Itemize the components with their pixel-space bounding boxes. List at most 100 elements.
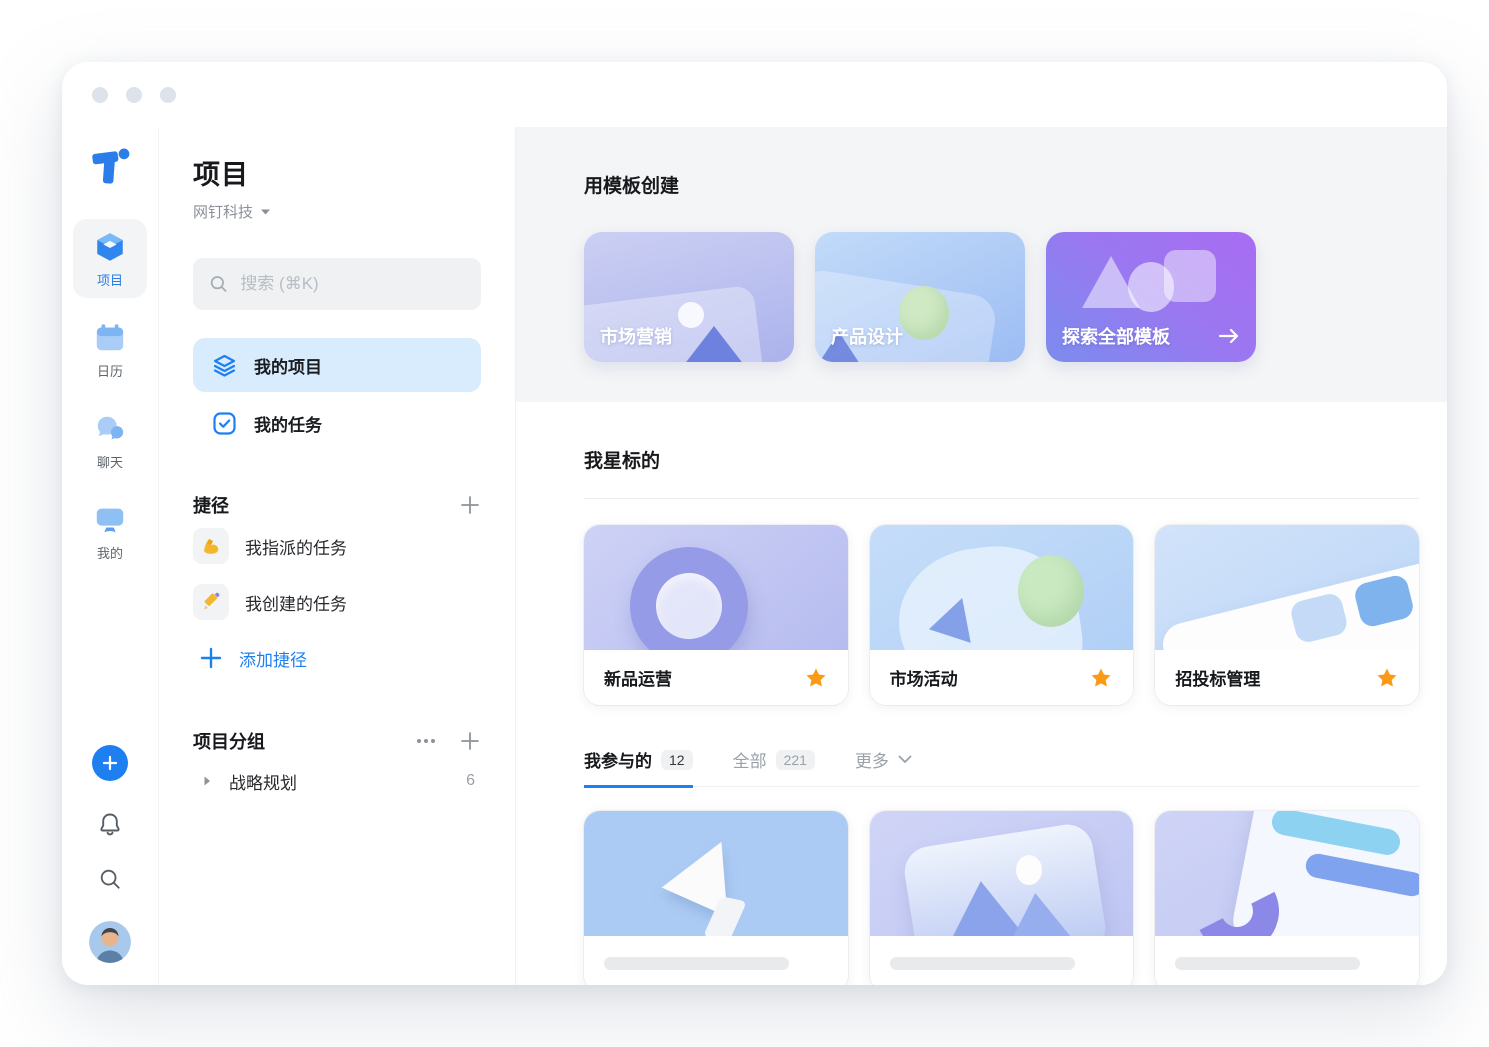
search-input[interactable] (240, 274, 465, 294)
shortcuts-header: 捷径 (193, 492, 481, 518)
decorative-shape (1001, 890, 1074, 936)
add-group-plus-icon[interactable] (459, 730, 481, 752)
window-control-zoom[interactable] (160, 87, 176, 103)
caret-down-icon (260, 208, 271, 216)
window-titlebar (62, 62, 1447, 127)
workspace-name: 网钉科技 (193, 201, 253, 222)
search-icon (209, 273, 228, 295)
rail-item-calendar[interactable]: 日历 (73, 310, 147, 389)
decorative-shape (899, 286, 949, 340)
global-search-icon[interactable] (98, 867, 122, 891)
star-icon[interactable] (1375, 666, 1399, 690)
sidebar-search[interactable] (193, 258, 481, 310)
project-tabs: 我参与的 12 全部 221 更多 (584, 747, 1419, 787)
projects-cube-icon (93, 230, 127, 264)
window-control-minimize[interactable] (126, 87, 142, 103)
section-divider (584, 498, 1419, 499)
project-cover (1155, 811, 1419, 936)
starred-card-grid: 新品运营 市场活动 (584, 525, 1419, 705)
project-card[interactable] (870, 811, 1134, 985)
add-shortcut-label: 添加捷径 (239, 646, 307, 671)
tab-more[interactable]: 更多 (855, 747, 912, 788)
template-card-label: 市场营销 (600, 323, 672, 349)
tab-label: 我参与的 (584, 747, 652, 772)
project-groups-header: 项目分组 (193, 728, 481, 754)
add-shortcut-button[interactable]: 添加捷径 (193, 630, 481, 686)
star-icon[interactable] (1089, 666, 1113, 690)
explore-all-templates-card[interactable]: 探索全部模板 (1046, 232, 1256, 362)
project-card-bidding-management[interactable]: 招投标管理 (1155, 525, 1419, 705)
project-cover (584, 525, 848, 650)
project-card-market-campaign[interactable]: 市场活动 (870, 525, 1134, 705)
calendar-icon (93, 321, 127, 355)
chat-bubbles-icon (93, 412, 127, 446)
shortcut-label: 我指派的任务 (245, 534, 347, 559)
loading-skeleton-bar (890, 957, 1075, 970)
rail-label: 我的 (97, 543, 123, 562)
nav-rail: 项目 日历 聊天 (62, 127, 158, 985)
rail-item-mine[interactable]: 我的 (73, 492, 147, 571)
rail-item-chat[interactable]: 聊天 (73, 401, 147, 480)
sidebar-item-label: 我的任务 (254, 411, 322, 436)
rail-label: 聊天 (97, 452, 123, 471)
project-card[interactable] (1155, 811, 1419, 985)
workbench-icon (93, 503, 127, 537)
layers-icon (211, 352, 238, 379)
project-cover (1155, 525, 1419, 650)
user-avatar[interactable] (89, 921, 131, 963)
project-name: 新品运营 (604, 665, 804, 690)
avatar-image (89, 921, 131, 963)
shortcut-item-assigned-tasks[interactable]: 我指派的任务 (193, 518, 481, 574)
project-groups-title: 项目分组 (193, 728, 415, 754)
participating-card-grid (584, 811, 1419, 985)
pencil-icon (193, 584, 229, 620)
shortcuts-title: 捷径 (193, 492, 459, 518)
plus-icon (199, 646, 223, 670)
decorative-shape (619, 536, 759, 650)
app-window: 项目 日历 聊天 (62, 62, 1447, 985)
rail-item-projects[interactable]: 项目 (73, 219, 147, 298)
tab-label: 更多 (855, 747, 889, 772)
group-row-strategy[interactable]: 战略规划 6 (193, 754, 481, 808)
notifications-bell-icon[interactable] (97, 811, 123, 837)
tab-all[interactable]: 全部 221 (733, 747, 815, 788)
loading-skeleton-bar (604, 957, 789, 970)
rail-label: 项目 (97, 270, 123, 289)
template-card-label: 产品设计 (831, 323, 903, 349)
group-count: 6 (466, 772, 475, 790)
project-cover (870, 811, 1134, 936)
sidebar-item-my-projects[interactable]: 我的项目 (193, 338, 481, 392)
sidebar: 项目 网钉科技 (158, 127, 516, 985)
window-control-close[interactable] (92, 87, 108, 103)
star-icon[interactable] (804, 666, 828, 690)
project-name: 市场活动 (890, 665, 1090, 690)
checkbox-check-icon (211, 410, 238, 437)
project-cover (584, 811, 848, 936)
decorative-shape (1164, 250, 1216, 302)
workspace-switcher[interactable]: 网钉科技 (193, 201, 481, 222)
shortcut-item-created-tasks[interactable]: 我创建的任务 (193, 574, 481, 630)
project-cover (870, 525, 1134, 650)
decorative-shape (1018, 555, 1084, 627)
template-section: 用模板创建 市场营销 产品设计 (516, 127, 1447, 402)
main-content: 用模板创建 市场营销 产品设计 (516, 127, 1447, 985)
teambition-logo-icon (89, 145, 131, 187)
add-shortcut-plus-icon[interactable] (459, 494, 481, 516)
rail-label: 日历 (97, 361, 123, 380)
create-button[interactable] (92, 745, 128, 781)
more-options-icon[interactable] (415, 730, 437, 752)
decorative-shape (1016, 855, 1042, 885)
sidebar-item-my-tasks[interactable]: 我的任务 (193, 396, 481, 450)
tab-count-badge: 221 (776, 750, 815, 770)
template-card-product-design[interactable]: 产品设计 (815, 232, 1025, 362)
template-card-marketing[interactable]: 市场营销 (584, 232, 794, 362)
tab-label: 全部 (733, 747, 767, 772)
project-card-new-product-ops[interactable]: 新品运营 (584, 525, 848, 705)
tab-participating[interactable]: 我参与的 12 (584, 747, 693, 788)
project-card[interactable] (584, 811, 848, 985)
chevron-down-icon (898, 755, 912, 764)
tab-count-badge: 12 (661, 750, 693, 770)
starred-section-title: 我星标的 (584, 402, 1419, 473)
decorative-shape (680, 326, 748, 362)
plus-icon (102, 755, 118, 771)
